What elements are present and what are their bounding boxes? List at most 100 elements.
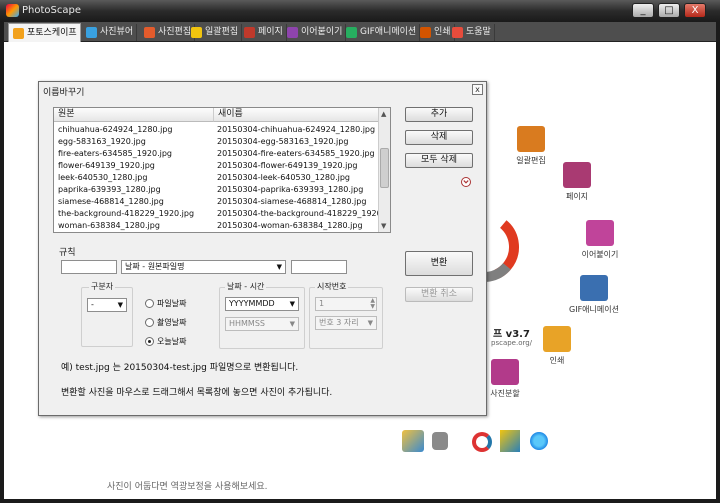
file-row[interactable]: paprika-639393_1280.jpg 20150304-paprika-… [54,184,380,196]
batch-icon [517,126,545,152]
home-batch-button[interactable]: 일괄편집 [506,126,556,166]
radio-file-date[interactable]: 파일날짜 [145,298,186,309]
close-button[interactable]: X [684,3,706,18]
file-list-scrollbar[interactable]: ▲ ▼ [378,108,390,232]
digits-value: 번호 3 자리 [319,318,359,327]
pattern-select[interactable]: 날짜 - 원본파일명 ▼ [121,260,286,274]
tab-viewer[interactable]: 사진뷰어 [82,24,138,41]
file-row[interactable]: flower-649139_1920.jpg 20150304-flower-64… [54,160,380,172]
eyedropper-icon[interactable] [432,432,448,450]
file-row[interactable]: siamese-468814_1280.jpg 20150304-siamese-… [54,196,380,208]
rules-label: 규칙 [59,248,76,258]
chevron-down-icon: ▼ [289,320,295,328]
separator-select-value: - [91,300,94,309]
tab-label: 사진뷰어 [100,27,134,37]
home-item-label: 사진분할 [490,389,520,398]
scroll-down-icon[interactable]: ▼ [381,222,386,230]
dialog-close-button[interactable]: x [472,84,483,95]
separator-group [81,287,133,347]
suffix-input[interactable] [291,260,347,274]
main-tab-bar: 포토스케이프 사진뷰어 사진편집 일괄편집 페이지 이어붙이기 GIF애니메이션… [4,22,716,42]
screen-capture-icon[interactable] [530,432,548,450]
chevron-down-icon: ▼ [276,263,282,271]
delete-button[interactable]: 삭제 [405,130,473,145]
column-header-original[interactable]: 원본 [54,108,214,122]
dialog-title: 이름바꾸기 [43,88,85,98]
chevron-down-icon: ▼ [117,301,123,309]
spinner-arrows-icon[interactable]: ▲ ▼ [370,298,375,310]
maximize-button[interactable]: □ [658,3,680,18]
new-name: 20150304-chihuahua-624924_1280.jpg [217,125,376,134]
radio-label: 촬영날짜 [157,318,187,327]
file-row[interactable]: woman-638384_1280.jpg 20150304-woman-6383… [54,220,380,232]
home-page-button[interactable]: 페이지 [552,162,602,202]
file-row[interactable]: leek-640530_1280.jpg 20150304-leek-640530… [54,172,380,184]
text-tool-icon[interactable] [402,430,424,452]
rename-dialog: 이름바꾸기 x 원본 새이름 chihuahua-624924_1280.jpg… [38,81,487,416]
time-format-select[interactable]: HHMMSS ▼ [225,317,299,331]
photoscape-tab-icon [13,27,24,39]
original-name: egg-583163_1920.jpg [58,137,146,146]
expand-chevron-icon[interactable] [461,177,471,187]
cancel-convert-button[interactable]: 변환 취소 [405,287,473,302]
date-format-value: YYYYMMDD [229,299,275,308]
home-item-label: GIF애니메이션 [569,305,619,314]
tab-batch[interactable]: 일괄편집 [187,24,243,41]
home-print-button[interactable]: 인쇄 [532,326,582,366]
window-title: PhotoScape [22,5,81,16]
tab-combine[interactable]: 이어붙이기 [283,24,347,41]
page-tab-icon [244,27,255,38]
tab-help[interactable]: 도움말 [448,24,495,41]
window-titlebar[interactable]: PhotoScape _ □ X [0,0,720,22]
tab-page[interactable]: 페이지 [240,24,287,41]
tab-photoscape[interactable]: 포토스케이프 [8,23,81,42]
home-screen: 프 v3.7 pscape.org/ 일괄편집 페이지 이어붙이기 GIF애니메… [4,42,716,499]
delete-all-button[interactable]: 모두 삭제 [405,153,473,168]
new-name: 20150304-flower-649139_1920.jpg [217,161,358,170]
separator-group-title: 구분자 [89,281,116,292]
convert-button[interactable]: 변환 [405,251,473,276]
pattern-select-value: 날짜 - 원본파일명 [125,262,185,271]
website-link[interactable]: pscape.org/ [491,339,532,347]
start-number-value: 1 [319,299,325,308]
original-name: the-background-418229_1920.jpg [58,209,195,218]
radio-shot-date[interactable]: 촬영날짜 [145,317,186,328]
column-header-new-name[interactable]: 새이름 [214,108,380,122]
start-number-spinner[interactable]: 1 ▲ ▼ [315,297,377,311]
separator-select[interactable]: - ▼ [87,298,127,312]
tab-label: GIF애니메이션 [360,27,417,37]
tip-text: 사진이 어둡다면 역광보정을 사용해보세요. [107,482,268,492]
file-row[interactable]: egg-583163_1920.jpg 20150304-egg-583163_1… [54,136,380,148]
file-row[interactable]: fire-eaters-634585_1920.jpg 20150304-fire… [54,148,380,160]
file-row[interactable]: chihuahua-624924_1280.jpg 20150304-chihua… [54,124,380,136]
home-item-label: 일괄편집 [516,156,546,165]
digits-select[interactable]: 번호 3 자리 ▼ [315,316,377,330]
batch-tab-icon [191,27,202,38]
gif-icon [580,275,608,301]
radio-dot-selected [145,337,154,346]
color-picker-icon[interactable] [472,432,492,452]
page-icon [563,162,591,188]
home-gif-button[interactable]: GIF애니메이션 [556,275,632,315]
original-name: leek-640530_1280.jpg [58,173,148,182]
minimize-button[interactable]: _ [632,3,654,18]
raw-converter-icon[interactable] [500,430,520,452]
scroll-up-icon[interactable]: ▲ [381,110,386,118]
file-list[interactable]: 원본 새이름 chihuahua-624924_1280.jpg 20150304… [53,107,391,233]
scroll-thumb[interactable] [380,148,389,188]
tab-gif[interactable]: GIF애니메이션 [342,24,421,41]
print-tab-icon [420,27,431,38]
radio-dot [145,318,154,327]
home-combine-button[interactable]: 이어붙이기 [572,220,628,260]
file-row[interactable]: the-background-418229_1920.jpg 20150304-t… [54,208,390,220]
tab-label: 도움말 [466,27,491,37]
prefix-input[interactable] [61,260,117,274]
time-format-value: HHMMSS [229,319,265,328]
add-button[interactable]: 추가 [405,107,473,122]
editor-tab-icon [144,27,155,38]
viewer-tab-icon [86,27,97,38]
radio-label: 파일날짜 [157,299,187,308]
example-text: 예) test.jpg 는 20150304-test.jpg 파일명으로 변환… [61,363,299,373]
radio-today[interactable]: 오늘날짜 [145,336,186,347]
date-format-select[interactable]: YYYYMMDD ▼ [225,297,299,311]
